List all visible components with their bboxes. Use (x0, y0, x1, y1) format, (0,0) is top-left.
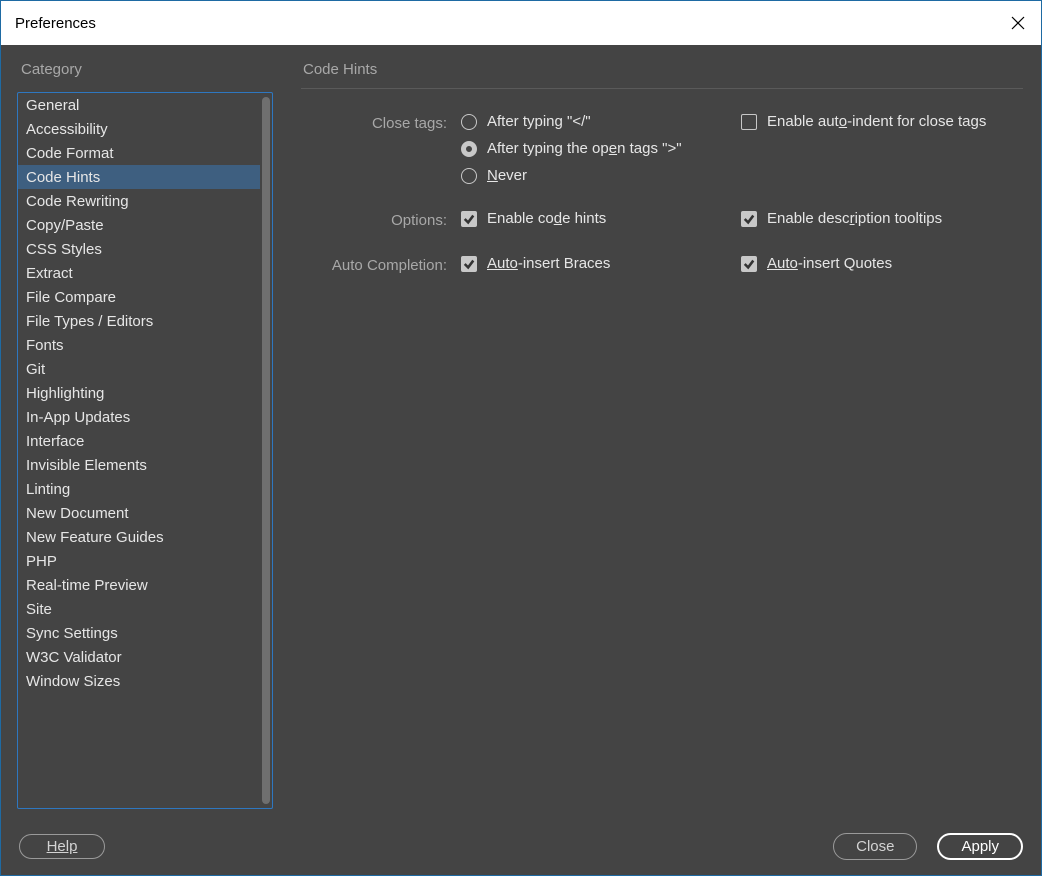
category-item[interactable]: Extract (18, 261, 260, 285)
category-item[interactable]: Invisible Elements (18, 453, 260, 477)
category-item[interactable]: File Compare (18, 285, 260, 309)
category-item[interactable]: Highlighting (18, 381, 260, 405)
category-item[interactable]: File Types / Editors (18, 309, 260, 333)
category-item[interactable]: In-App Updates (18, 405, 260, 429)
category-scrollbar[interactable] (262, 97, 270, 804)
apply-button[interactable]: Apply (937, 833, 1023, 860)
category-heading: Category (21, 61, 273, 78)
category-listbox[interactable]: GeneralAccessibilityCode FormatCode Hint… (17, 92, 273, 809)
category-item[interactable]: Sync Settings (18, 621, 260, 645)
category-item[interactable]: CSS Styles (18, 237, 260, 261)
panel-separator (301, 88, 1023, 89)
close-tags-after-slash-radio[interactable]: After typing "</" (461, 113, 741, 130)
titlebar: Preferences (1, 1, 1041, 45)
auto-insert-quotes-label: Auto-insert Quotes (767, 255, 892, 272)
description-tooltips-label: Enable description tooltips (767, 210, 942, 227)
panel-title: Code Hints (303, 61, 1023, 78)
close-button[interactable]: Close (833, 833, 917, 860)
category-item[interactable]: New Document (18, 501, 260, 525)
close-tags-label: Close tags: (301, 113, 461, 132)
help-button[interactable]: Help (19, 834, 105, 859)
category-item[interactable]: Window Sizes (18, 669, 260, 693)
auto-insert-braces-label: Auto-insert Braces (487, 255, 610, 272)
category-item[interactable]: Code Format (18, 141, 260, 165)
close-tags-after-slash-label: After typing "</" (487, 113, 591, 130)
close-tags-never-radio[interactable]: Never (461, 167, 741, 184)
enable-code-hints-label: Enable code hints (487, 210, 606, 227)
category-item[interactable]: Fonts (18, 333, 260, 357)
enable-code-hints-checkbox[interactable]: Enable code hints (461, 210, 741, 227)
close-tags-after-open-radio[interactable]: After typing the open tags ">" (461, 140, 741, 157)
category-item[interactable]: Copy/Paste (18, 213, 260, 237)
description-tooltips-checkbox[interactable]: Enable description tooltips (741, 210, 1023, 227)
category-item[interactable]: Site (18, 597, 260, 621)
auto-insert-quotes-checkbox[interactable]: Auto-insert Quotes (741, 255, 1023, 272)
auto-indent-checkbox[interactable]: Enable auto-indent for close tags (741, 113, 1023, 130)
category-item[interactable]: W3C Validator (18, 645, 260, 669)
close-tags-never-label: Never (487, 167, 527, 184)
category-item[interactable]: Interface (18, 429, 260, 453)
window-title: Preferences (15, 15, 96, 32)
close-tags-after-open-label: After typing the open tags ">" (487, 140, 682, 157)
category-item[interactable]: Git (18, 357, 260, 381)
category-item[interactable]: Accessibility (18, 117, 260, 141)
close-icon[interactable] (1009, 14, 1027, 32)
preferences-dialog: Preferences Category GeneralAccessibilit… (0, 0, 1042, 876)
auto-completion-label: Auto Completion: (301, 255, 461, 274)
auto-insert-braces-checkbox[interactable]: Auto-insert Braces (461, 255, 741, 272)
category-item[interactable]: Code Hints (18, 165, 260, 189)
category-item[interactable]: New Feature Guides (18, 525, 260, 549)
category-item[interactable]: Linting (18, 477, 260, 501)
category-item[interactable]: Real-time Preview (18, 573, 260, 597)
category-item[interactable]: General (18, 93, 260, 117)
auto-indent-label: Enable auto-indent for close tags (767, 113, 986, 130)
category-item[interactable]: Code Rewriting (18, 189, 260, 213)
category-item[interactable]: PHP (18, 549, 260, 573)
options-label: Options: (301, 210, 461, 229)
